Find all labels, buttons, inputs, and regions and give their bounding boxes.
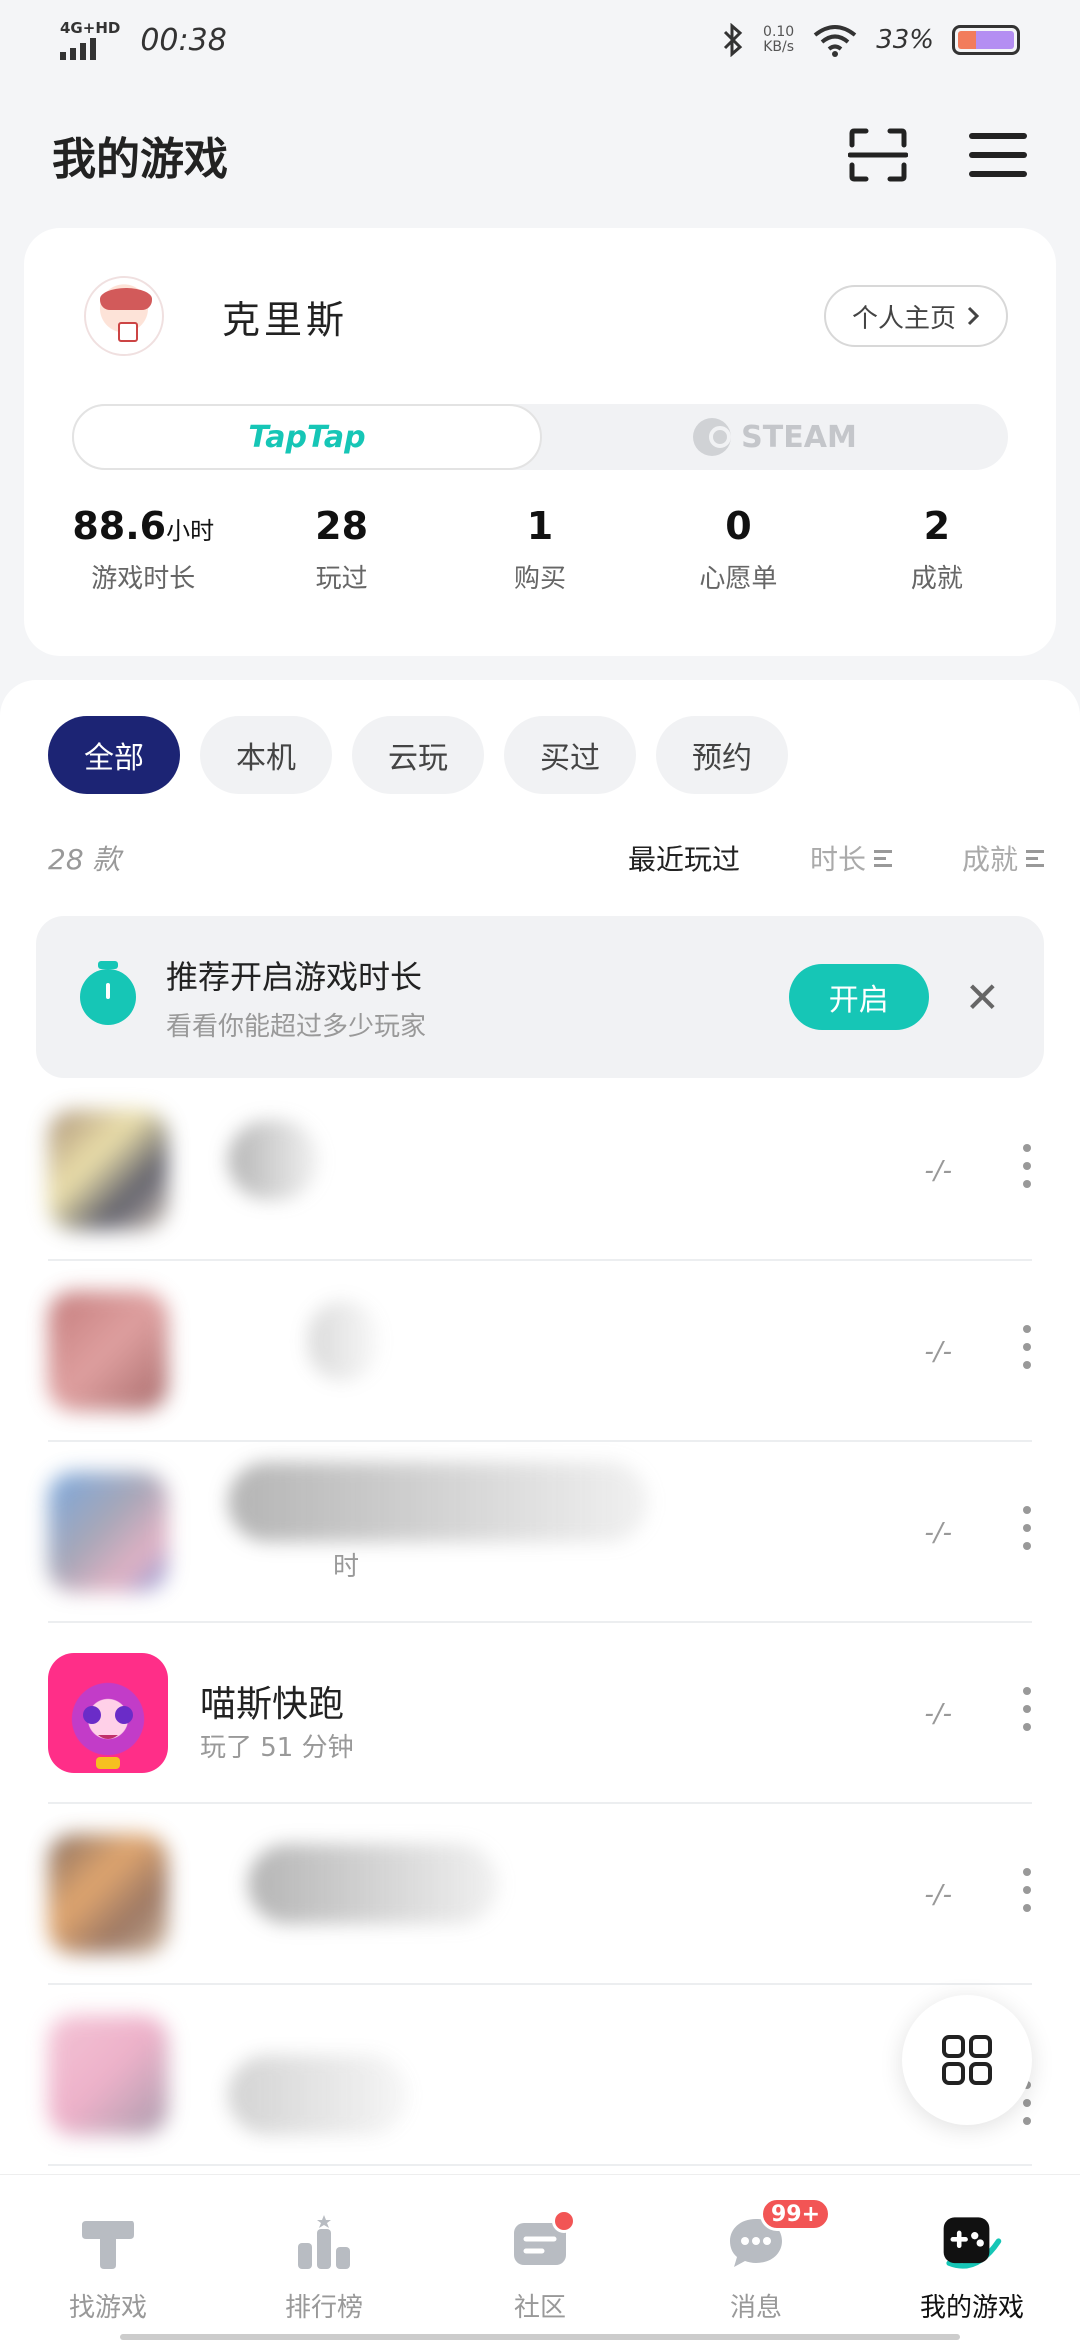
game-icon [48,2015,168,2135]
nav-rankings[interactable]: 排行榜 [216,2175,432,2340]
list-item[interactable] [48,1985,1032,2166]
close-icon[interactable]: ✕ [965,973,1000,1022]
game-icon [48,1291,168,1411]
nav-label: 消息 [729,2293,782,2323]
tab-steam[interactable]: STEAM [542,404,1008,470]
ranking-icon [292,2211,356,2275]
message-badge: 99+ [760,2197,832,2231]
list-item[interactable]: -/- [48,1080,1032,1261]
game-title: 喵斯快跑 [200,1684,345,1725]
grid-icon [942,2035,992,2085]
grid-view-button[interactable] [902,1995,1032,2125]
stat-purchased[interactable]: 1 购买 [441,504,639,595]
network-speed: 0.10 KB/s [763,24,795,55]
sort-icon [1026,849,1044,867]
game-score: -/- [924,1156,952,1186]
stats-row: 88.6小时 游戏时长 28 玩过 1 购买 0 心愿单 2 成就 [44,504,1036,595]
menu-icon[interactable] [968,125,1028,185]
more-icon[interactable] [1022,1687,1032,1731]
game-icon [48,1834,168,1954]
clock: 00:38 [140,22,227,58]
profile-link-label: 个人主页 [851,303,956,334]
nav-label: 社区 [513,2293,566,2323]
list-item[interactable]: -/- [48,1261,1032,1442]
game-icon [48,1472,168,1592]
sort-icon [873,849,892,867]
filter-cloud[interactable]: 云玩 [352,716,484,794]
nav-label: 找游戏 [68,2293,147,2323]
game-score: -/- [924,1699,952,1729]
steam-label: STEAM [741,419,857,455]
bluetooth-icon [723,23,743,57]
nav-my-games[interactable]: 我的游戏 [864,2175,1080,2340]
filter-all[interactable]: 全部 [48,716,180,794]
stat-achievements[interactable]: 2 成就 [838,504,1036,595]
games-panel: 全部 本机 云玩 买过 预约 28 款 最近玩过 时长 成就 推荐开启游戏时长 … [0,680,1080,2180]
wifi-icon [813,25,857,57]
header: 我的游戏 [52,115,1028,195]
platform-switch: TapTap STEAM [72,404,1008,470]
nav-label: 我的游戏 [919,2293,1024,2323]
network-type: 4G+HD [60,18,121,37]
sort-duration[interactable]: 时长 [810,838,892,878]
profile-link-button[interactable]: 个人主页 [823,285,1008,347]
banner-subtitle: 看看你能超过多少玩家 [166,1011,427,1042]
profile-card: 克里斯 个人主页 TapTap STEAM 88.6小时 游戏时长 28 玩过 … [24,228,1056,656]
notification-dot [552,2209,576,2233]
battery-percent: 33% [876,25,934,55]
game-score: -/- [924,1880,952,1910]
user-name: 克里斯 [222,297,349,342]
avatar[interactable] [84,276,164,356]
sort-row: 28 款 最近玩过 时长 成就 [48,830,1044,886]
taptap-logo: TapTap [248,419,366,455]
nav-label: 排行榜 [284,2293,363,2323]
filter-local[interactable]: 本机 [200,716,332,794]
sort-recent[interactable]: 最近玩过 [628,838,740,878]
filter-bought[interactable]: 买过 [504,716,636,794]
list-item[interactable]: -/- [48,1804,1032,1985]
tab-taptap[interactable]: TapTap [72,404,542,470]
game-subtitle: 玩了 51 分钟 [200,1733,354,1763]
status-bar: 4G+HD 00:38 0.10 KB/s 33% [0,0,1080,80]
game-subtitle: 时 [333,1552,360,1582]
more-icon[interactable] [1022,1868,1032,1912]
nav-messages[interactable]: 99+ 消息 [648,2175,864,2340]
home-indicator [120,2334,960,2340]
nav-find-games[interactable]: 找游戏 [0,2175,216,2340]
taptap-icon [76,2211,140,2275]
signal-icon: 4G+HD [60,18,121,60]
filter-reserved[interactable]: 预约 [656,716,788,794]
more-icon[interactable] [1022,1325,1032,1369]
list-item[interactable]: 喵斯快跑 玩了 51 分钟 -/- [48,1623,1032,1804]
battery-icon [952,25,1020,55]
stat-playtime[interactable]: 88.6小时 游戏时长 [44,504,242,595]
game-icon [48,1653,168,1773]
chevron-right-icon [967,306,980,326]
more-icon[interactable] [1022,1506,1032,1550]
game-score: -/- [924,1337,952,1367]
game-score: -/- [924,1518,952,1548]
bottom-nav: 找游戏 排行榜 社区 99+ 消息 我的游戏 [0,2174,1080,2340]
stat-wishlist[interactable]: 0 心愿单 [639,504,837,595]
scan-icon[interactable] [848,125,908,185]
steam-icon [693,418,732,456]
banner-title: 推荐开启游戏时长 [166,957,423,996]
sort-achievement[interactable]: 成就 [962,838,1044,878]
stat-played[interactable]: 28 玩过 [242,504,440,595]
gamepad-icon [940,2211,1004,2275]
page-title: 我的游戏 [52,134,228,185]
more-icon[interactable] [1022,1144,1032,1188]
nav-community[interactable]: 社区 [432,2175,648,2340]
game-list: -/- -/- 时 -/- 喵斯快跑 玩了 51 分钟 -/- -/- [0,1080,1080,2166]
filter-chips: 全部 本机 云玩 买过 预约 [48,716,788,794]
game-icon [48,1110,168,1230]
enable-button[interactable]: 开启 [788,964,929,1030]
game-count: 28 款 [48,843,121,876]
stopwatch-icon [80,961,136,1025]
playtime-banner: 推荐开启游戏时长 看看你能超过多少玩家 开启 ✕ [36,916,1044,1078]
list-item[interactable]: 时 -/- [48,1442,1032,1623]
